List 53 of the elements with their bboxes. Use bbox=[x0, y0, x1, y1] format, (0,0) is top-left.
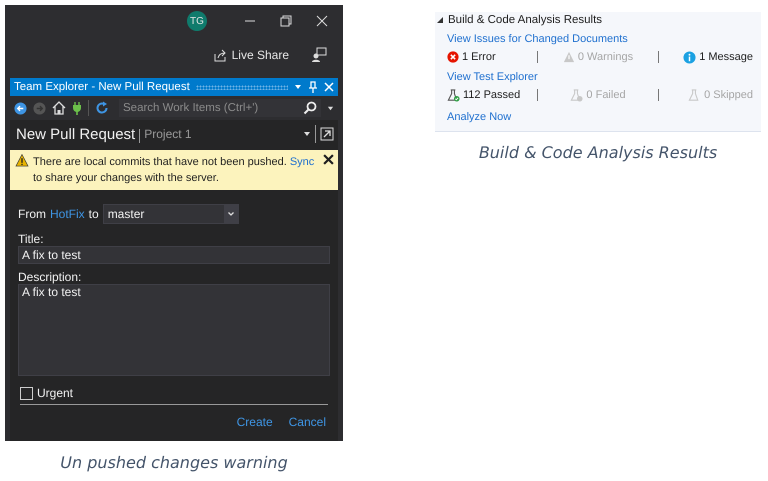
warning-message: There are local commits that have not been pushed. Sync to share your changes with the server. bbox=[33, 155, 316, 186]
chevron-down-icon bbox=[224, 205, 238, 223]
results-link[interactable]: View Test Explorer bbox=[447, 71, 538, 83]
open-external-icon[interactable] bbox=[320, 127, 334, 141]
back-icon[interactable] bbox=[14, 102, 27, 114]
project-name: Project 1 bbox=[144, 127, 192, 141]
pin-icon[interactable] bbox=[308, 81, 318, 93]
flask-icon bbox=[688, 88, 702, 102]
flask-check-icon bbox=[447, 88, 460, 102]
expand-triangle-icon[interactable] bbox=[437, 17, 443, 23]
result-count: 112 Passed bbox=[447, 88, 520, 102]
warning-icon bbox=[15, 154, 29, 167]
restore-icon[interactable] bbox=[279, 14, 293, 28]
feedback-icon[interactable] bbox=[311, 47, 327, 63]
create-button[interactable]: Create bbox=[236, 415, 273, 429]
title-field[interactable]: A fix to test bbox=[18, 246, 330, 264]
source-branch-link[interactable]: HotFix bbox=[50, 207, 85, 221]
user-avatar[interactable]: TG bbox=[187, 11, 207, 31]
result-count: 1 Message bbox=[683, 50, 753, 64]
close-icon[interactable] bbox=[323, 154, 334, 165]
figure-caption: Build & Code Analysis Results bbox=[478, 143, 718, 162]
plug-icon[interactable] bbox=[72, 101, 82, 115]
error-icon bbox=[447, 51, 459, 63]
description-field[interactable]: A fix to test bbox=[18, 284, 330, 376]
warning-icon bbox=[562, 51, 575, 63]
tool-window-title: Team Explorer - New Pull Request bbox=[14, 81, 190, 93]
results-link[interactable]: View Issues for Changed Documents bbox=[447, 33, 628, 45]
to-label: to bbox=[88, 207, 99, 221]
urgent-checkbox[interactable] bbox=[20, 386, 33, 400]
description-label: Description: bbox=[18, 270, 82, 284]
section-title: Build & Code Analysis Results bbox=[448, 14, 602, 26]
target-branch-dropdown[interactable]: master bbox=[102, 204, 239, 224]
search-field[interactable]: Search Work Items (Ctrl+') bbox=[119, 99, 321, 117]
share-icon bbox=[212, 48, 227, 62]
result-count: 1 Error bbox=[447, 51, 496, 63]
urgent-label: Urgent bbox=[37, 386, 74, 400]
result-count: 0 Skipped bbox=[688, 88, 753, 102]
refresh-icon[interactable] bbox=[95, 101, 109, 115]
result-count: 0 Failed bbox=[570, 88, 626, 102]
search-icon bbox=[303, 101, 317, 115]
page-title: New Pull Request bbox=[16, 126, 136, 142]
result-count: 0 Warnings bbox=[562, 51, 634, 63]
live-share-button[interactable]: Live Share bbox=[212, 48, 289, 62]
dropdown-icon[interactable] bbox=[303, 130, 311, 138]
analyze-now-link[interactable]: Analyze Now bbox=[447, 111, 512, 123]
dropdown-icon[interactable] bbox=[327, 104, 334, 112]
title-label: Title: bbox=[18, 232, 45, 246]
from-label: From bbox=[18, 207, 46, 221]
home-icon[interactable] bbox=[52, 101, 66, 115]
figure-caption: Un pushed changes warning bbox=[60, 453, 288, 472]
cancel-button[interactable]: Cancel bbox=[288, 415, 326, 429]
info-icon bbox=[683, 50, 696, 64]
sync-link[interactable]: Sync bbox=[290, 156, 314, 168]
